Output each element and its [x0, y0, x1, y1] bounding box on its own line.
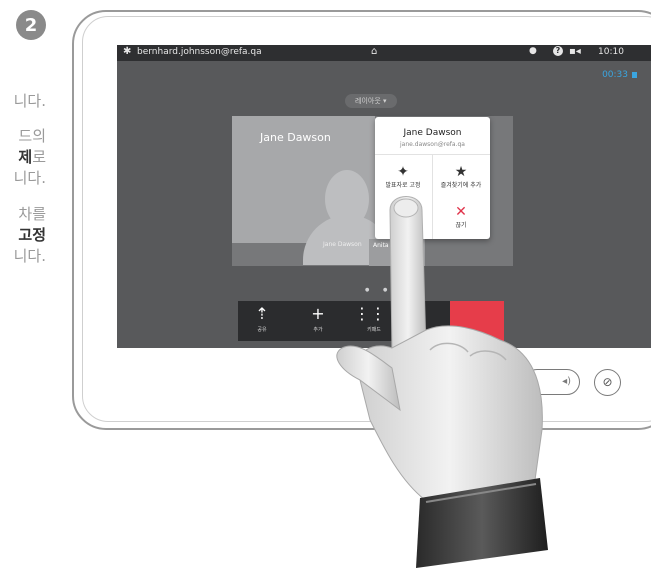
mic-muted-icon: ⊘ — [602, 375, 613, 389]
main-participant-name: Jane Dawson — [260, 131, 331, 144]
speaker-icon: ◂) — [562, 376, 571, 387]
status-bar: ✱ bernhard.johnsson@refa.qa ⌂ ● ? ▪◂ 10:… — [117, 45, 651, 61]
clock: 10:10 — [598, 47, 624, 57]
gear-icon[interactable]: ✱ — [123, 46, 131, 57]
instruction-fragment-4: 니다. — [13, 169, 46, 187]
bulb-icon[interactable]: ● — [529, 46, 537, 56]
instruction-fragment-3: 제로 — [18, 148, 46, 166]
instruction-fragment-2: 드의 — [18, 127, 46, 145]
upload-icon: ⇡ — [255, 304, 269, 323]
instruction-fragment-5: 차를 — [18, 205, 46, 223]
home-icon[interactable]: ⌂ — [371, 46, 377, 57]
lock-icon — [632, 72, 637, 78]
star-icon: ★ — [454, 164, 468, 180]
share-button[interactable]: ⇡ 공유 — [242, 304, 282, 334]
call-timer: 00:33 — [602, 70, 637, 80]
user-label: bernhard.johnsson@refa.qa — [137, 47, 262, 57]
mute-button[interactable]: ⊘ — [594, 369, 621, 396]
help-icon[interactable]: ? — [553, 46, 563, 56]
popup-name: Jane Dawson — [403, 128, 462, 138]
pin-icon: ✦ — [397, 164, 409, 180]
pointing-hand-illustration — [336, 196, 548, 568]
layout-button[interactable]: 레이아웃 ▾ — [345, 94, 397, 108]
instruction-fragment-6: 고정 — [18, 226, 46, 244]
self-view-icon[interactable]: ▪◂ — [569, 46, 581, 57]
instruction-fragment-7: 니다. — [13, 247, 46, 265]
popup-email: jane.dawson@refa.qa — [400, 141, 465, 148]
instruction-fragment-1: 니다. — [13, 92, 46, 110]
step-number-badge: 2 — [16, 10, 46, 40]
